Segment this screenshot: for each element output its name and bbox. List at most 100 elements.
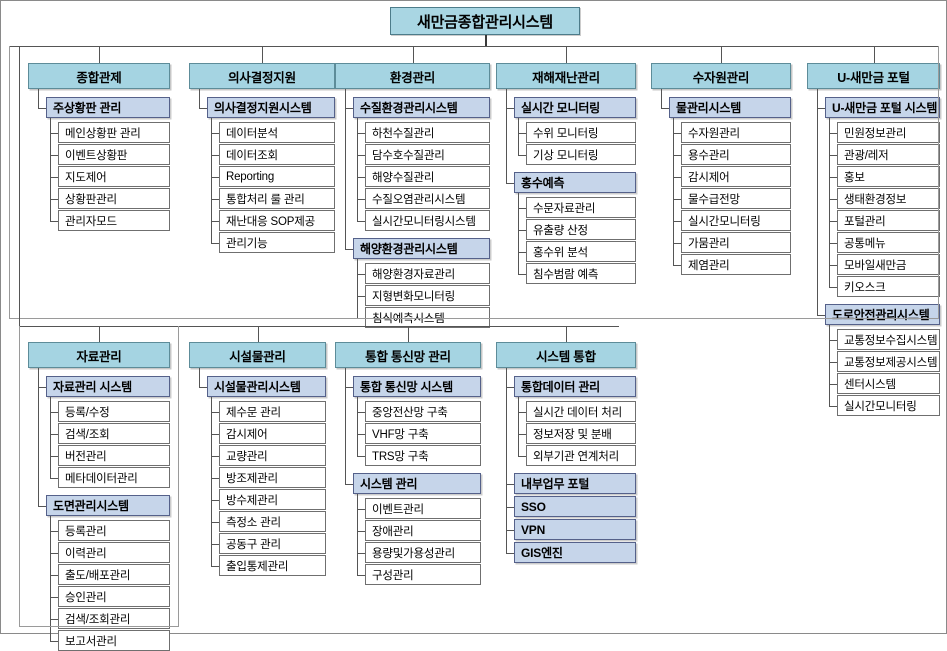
leaf-item-n19u3uqr[interactable]: 실시간 데이터 처리 <box>526 401 636 422</box>
leaf-item-n106rnze[interactable]: 침수범람 예측 <box>526 263 636 284</box>
leaf-item-nqi6ux9[interactable]: 이벤트관리 <box>365 498 481 519</box>
section-header-nryax57[interactable]: 홍수예측 <box>514 172 636 193</box>
leaf-item-n1uhn74n[interactable]: 제수문 관리 <box>219 401 326 422</box>
leaf-item-ncc5z6v[interactable]: 홍수위 분석 <box>526 241 636 262</box>
leaf-elbow-r2-0-1-4 <box>50 618 58 620</box>
leaf-item-n1bp38o3[interactable]: 출입통제관리 <box>219 555 326 576</box>
leaf-item-n6lgvei[interactable]: TRS망 구축 <box>365 445 481 466</box>
leaf-item-nqb83hf[interactable]: 지도제어 <box>58 166 170 187</box>
leaf-item-n1spufht[interactable]: 관리자모드 <box>58 210 170 231</box>
leaf-item-n1eax0gv[interactable]: 물수급전망 <box>681 188 791 209</box>
leaf-item-nnpa8qn[interactable]: 등록관리 <box>58 520 170 541</box>
leaf-item-n14dd6nm[interactable]: 정보저장 및 분배 <box>526 423 636 444</box>
leaf-item-n17irk55[interactable]: 수질오염관리시스템 <box>365 188 490 209</box>
leaf-elbow-r2-0-0-1 <box>50 433 58 435</box>
leaf-item-nmsfmt4[interactable]: 구성관리 <box>365 564 481 585</box>
section-header-nohx8fv[interactable]: 시설물관리시스템 <box>207 376 326 397</box>
leaf-item-nrcsmlp[interactable]: 통합처리 룰 관리 <box>219 188 335 209</box>
leaf-item-nmssyo7[interactable]: 공통메뉴 <box>837 232 940 253</box>
leaf-item-nv0nw6x[interactable]: VHF망 구축 <box>365 423 481 444</box>
leaf-item-n1kdtvl7[interactable]: 공동구 관리 <box>219 533 326 554</box>
leaf-item-n13fxuvc[interactable]: 출도/배포관리 <box>58 564 170 585</box>
leaf-item-n4jrd2f[interactable]: Reporting <box>219 166 335 187</box>
section-header-n1lr6x2r[interactable]: 물관리시스템 <box>669 97 791 118</box>
section-header-nxdfwec[interactable]: 의사결정지원시스템 <box>207 97 335 118</box>
leaf-item-nq6bb0z[interactable]: 제염관리 <box>681 254 791 275</box>
leaf-item-n19sl33g[interactable]: 용량및가용성관리 <box>365 542 481 563</box>
leaf-item-n14eq8ef[interactable]: 이벤트상황판 <box>58 144 170 165</box>
leaf-item-n8oipnr[interactable]: 하천수질관리 <box>365 122 490 143</box>
leaf-item-n10q1kuo[interactable]: 교통정보제공시스템 <box>837 351 940 372</box>
leaf-item-nt7c8hq[interactable]: 실시간모니터링시스템 <box>365 210 490 231</box>
section-header-n16tfv8j[interactable]: 자료관리 시스템 <box>46 376 170 397</box>
section-header-n68i0[interactable]: SSO <box>514 496 636 517</box>
leaf-item-nnrg915[interactable]: 등록/수정 <box>58 401 170 422</box>
section-header-ndplttr[interactable]: 해양환경관리시스템 <box>353 238 490 259</box>
leaf-item-n1cd9v3v[interactable]: 모바일새만금 <box>837 254 940 275</box>
group-header-nrv8yu0: 환경관리 <box>335 63 490 89</box>
section-elbow-r2-2-0 <box>345 386 353 388</box>
section-header-n1wqvgs[interactable]: 실시간 모니터링 <box>514 97 636 118</box>
leaf-item-n1qbe8zz[interactable]: 관광/레저 <box>837 144 940 165</box>
leaf-item-n1dn40w9[interactable]: 담수호수질관리 <box>365 144 490 165</box>
section-header-n4gntq2[interactable]: GIS엔진 <box>514 542 636 563</box>
leaf-item-nve9wga[interactable]: 생태환경정보 <box>837 188 940 209</box>
leaf-item-n1if6051[interactable]: 보고서관리 <box>58 630 170 651</box>
leaf-item-nmmmwdn[interactable]: 감시제어 <box>681 166 791 187</box>
leaf-elbow-r2-0-1-2 <box>50 574 58 576</box>
leaf-item-n1k1cee9[interactable]: 지형변화모니터링 <box>365 285 490 306</box>
leaf-item-nhj82i9[interactable]: 해양환경자료관리 <box>365 263 490 284</box>
section-header-n1qixsbd[interactable]: 주상황판 관리 <box>46 97 170 118</box>
leaf-item-n1hciamu[interactable]: 실시간모니터링 <box>681 210 791 231</box>
leaf-item-nkmvc4e[interactable]: 데이터분석 <box>219 122 335 143</box>
leaf-item-n6vno0t[interactable]: 수자원관리 <box>681 122 791 143</box>
leaf-trunk-5-0 <box>829 118 830 287</box>
leaf-item-n4px7y1[interactable]: 센터시스템 <box>837 373 940 394</box>
leaf-item-nmpf6p4[interactable]: 관리기능 <box>219 232 335 253</box>
leaf-item-n13uukx3[interactable]: 중앙전산망 구축 <box>365 401 481 422</box>
leaf-item-nml3ypj[interactable]: 가뭄관리 <box>681 232 791 253</box>
section-header-n6anh[interactable]: VPN <box>514 519 636 540</box>
leaf-item-nmmmwdn[interactable]: 감시제어 <box>219 423 326 444</box>
group-header-norvq7b: U-새만금 포털 <box>807 63 940 89</box>
leaf-item-n1i0x582[interactable]: 방수제관리 <box>219 489 326 510</box>
section-header-n18wdplt[interactable]: 통합 통신망 시스템 <box>353 376 481 397</box>
leaf-item-njnsgll[interactable]: 외부기관 연계처리 <box>526 445 636 466</box>
leaf-item-n1qumq63[interactable]: 검색/조회 <box>58 423 170 444</box>
leaf-item-nn2rdn3[interactable]: 수문자료관리 <box>526 197 636 218</box>
section-header-n1bcpex8[interactable]: 수질환경관리시스템 <box>353 97 490 118</box>
leaf-item-n3k9v0t[interactable]: 상황판관리 <box>58 188 170 209</box>
leaf-item-nmqk5m4[interactable]: 교량관리 <box>219 445 326 466</box>
leaf-item-n1hciamu[interactable]: 실시간모니터링 <box>837 395 940 416</box>
leaf-item-nr96h1r[interactable]: 키오스크 <box>837 276 940 297</box>
leaf-item-ns02skf[interactable]: 침식예측시스템 <box>365 307 490 328</box>
leaf-item-npi2lw2[interactable]: 승인관리 <box>58 586 170 607</box>
group-trunk-r2-2 <box>345 368 346 484</box>
leaf-item-n11mry[interactable]: 홍보 <box>837 166 940 187</box>
section-header-n9y7nqz[interactable]: 통합데이터 관리 <box>514 376 636 397</box>
leaf-item-nopyvjn[interactable]: 버전관리 <box>58 445 170 466</box>
leaf-item-n5c92ph[interactable]: 재난대응 SOP제공 <box>219 210 335 231</box>
section-header-n1sfzd8q[interactable]: 내부업무 포털 <box>514 473 636 494</box>
section-header-n3bhxq7[interactable]: 시스템 관리 <box>353 473 481 494</box>
leaf-item-n1ujei2t[interactable]: 메타데이터관리 <box>58 467 170 488</box>
section-header-npdaf2p[interactable]: 도면관리시스템 <box>46 495 170 516</box>
leaf-item-n1itq3x6[interactable]: 방조제관리 <box>219 467 326 488</box>
section-header-n1odgfrv[interactable]: U-새만금 포털 시스템 <box>825 97 940 118</box>
leaf-item-ng5a16m[interactable]: 수위 모니터링 <box>526 122 636 143</box>
leaf-item-ngubu5s[interactable]: 교통정보수집시스템 <box>837 329 940 350</box>
section-header-nvv47zh[interactable]: 도로안전관리시스템 <box>825 304 940 325</box>
leaf-item-n12ab81y[interactable]: 민원정보관리 <box>837 122 940 143</box>
leaf-item-nkmxb8h[interactable]: 데이터조회 <box>219 144 335 165</box>
leaf-item-n1tfj4u8[interactable]: 해양수질관리 <box>365 166 490 187</box>
leaf-item-npz5wci[interactable]: 용수관리 <box>681 144 791 165</box>
leaf-item-n10jx4hl[interactable]: 기상 모니터링 <box>526 144 636 165</box>
leaf-elbow-r2-2-1-1 <box>357 530 365 532</box>
leaf-item-nrplfy7[interactable]: 포털관리 <box>837 210 940 231</box>
leaf-item-n176aka7[interactable]: 메인상황판 관리 <box>58 122 170 143</box>
leaf-item-nq443wu[interactable]: 장애관리 <box>365 520 481 541</box>
leaf-item-nnfsdev[interactable]: 검색/조회관리 <box>58 608 170 629</box>
leaf-item-n12zh7dn[interactable]: 측정소 관리 <box>219 511 326 532</box>
leaf-item-n1qsu4wv[interactable]: 유출량 산정 <box>526 219 636 240</box>
leaf-item-nq1b21w[interactable]: 이력관리 <box>58 542 170 563</box>
